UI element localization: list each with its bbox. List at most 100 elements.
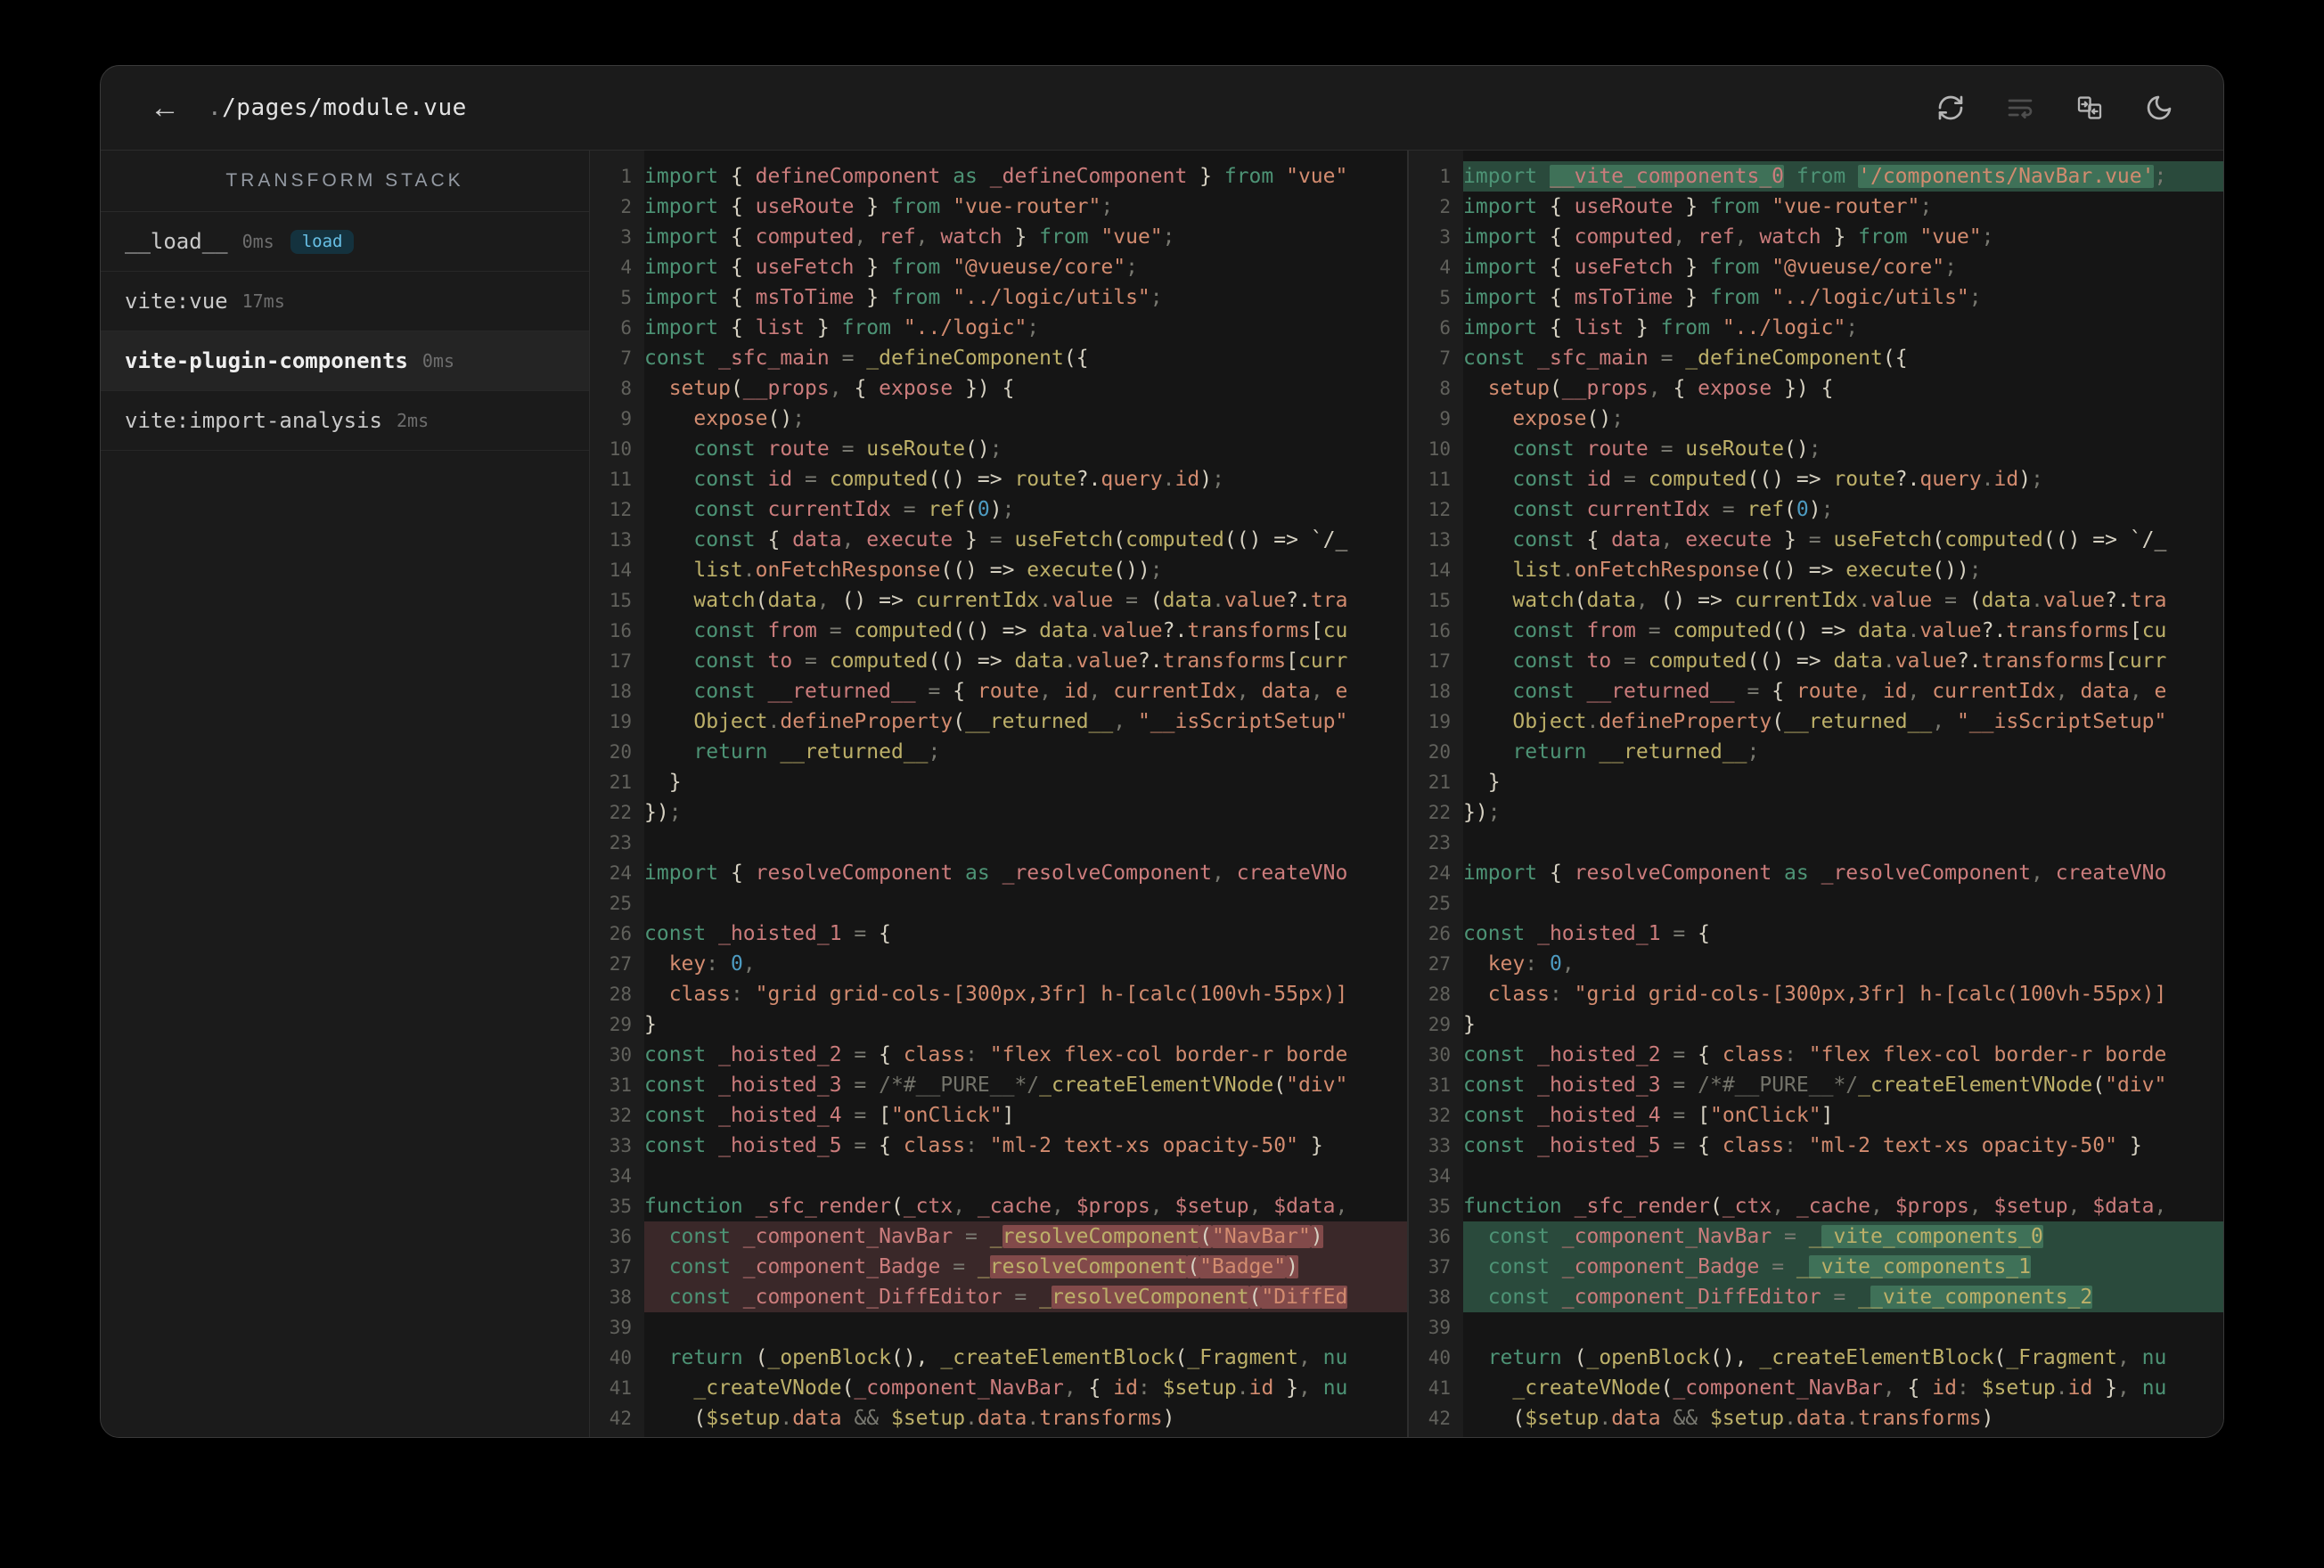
main-content: TRANSFORM STACK __load__ 0ms load vite:vue 1…: [101, 151, 2223, 1437]
code-text: const _component_NavBar = __vite_compone…: [1463, 1221, 2223, 1252]
line-number: 1: [1439, 166, 1451, 187]
code-text: expose();: [1463, 407, 1624, 430]
line-number: 28: [609, 984, 632, 1005]
code-line: 13 const { data, execute } = useFetch(co…: [590, 525, 1407, 555]
code-text: const _hoisted_1 = {: [644, 922, 891, 945]
line-number: 39: [609, 1317, 632, 1338]
plugin-time: 2ms: [396, 410, 430, 431]
code-text: key: 0,: [644, 952, 756, 976]
line-number: 25: [609, 893, 632, 914]
code-line: 1 import __vite_components_0 from '/compo…: [1409, 161, 2223, 192]
line-number: 34: [1428, 1165, 1451, 1187]
code-text: const _hoisted_3 = /*#__PURE__*/_createE…: [644, 1074, 1348, 1097]
plugin-time: 0ms: [241, 231, 274, 252]
line-number: 16: [1428, 620, 1451, 641]
code-line: 31 const _hoisted_3 = /*#__PURE__*/_creat…: [590, 1070, 1407, 1100]
code-text: ($setup.data && $setup.data.transforms): [644, 1407, 1175, 1430]
transform-item-2[interactable]: vite-plugin-components 0ms: [101, 331, 589, 391]
line-wrap-button[interactable]: [2004, 92, 2036, 124]
plugin-time: 0ms: [421, 350, 455, 372]
code-line: 17 const to = computed(() => data.value?…: [590, 646, 1407, 676]
transformed-code-panel[interactable]: 1 import __vite_components_0 from '/compo…: [1407, 151, 2223, 1437]
refresh-icon: [1938, 95, 1963, 120]
line-number: 19: [609, 711, 632, 732]
line-number: 35: [609, 1196, 632, 1217]
back-button[interactable]: ←: [145, 88, 184, 127]
code-line: 12 const currentIdx = ref(0);: [1409, 494, 2223, 525]
code-text: }: [644, 771, 682, 794]
code-line: 11 const id = computed(() => route?.quer…: [1409, 464, 2223, 494]
line-number: 1: [620, 166, 632, 187]
code-line: 37 const _component_Badge = __vite_compo…: [1409, 1252, 2223, 1282]
code-line: 25: [1409, 888, 2223, 919]
code-line: 22});: [590, 797, 1407, 828]
code-line: 17 const to = computed(() => data.value?…: [1409, 646, 2223, 676]
line-number: 7: [1439, 347, 1451, 369]
line-number: 16: [609, 620, 632, 641]
code-line: 7 const _sfc_main = _defineComponent({: [1409, 343, 2223, 373]
code-text: const id = computed(() => route?.query.i…: [1463, 468, 2043, 491]
line-number: 18: [609, 681, 632, 702]
sidebar: TRANSFORM STACK __load__ 0ms load vite:vue 1…: [101, 151, 590, 1437]
transform-item-1[interactable]: vite:vue 17ms: [101, 272, 589, 331]
code-line: 20 return __returned__;: [590, 737, 1407, 767]
code-text: const _component_DiffEditor = _resolveCo…: [644, 1282, 1407, 1312]
line-number: 33: [609, 1135, 632, 1156]
moon-icon: [2147, 95, 2172, 120]
code-line: 14 list.onFetchResponse(() => execute())…: [1409, 555, 2223, 585]
code-line: 29}: [1409, 1009, 2223, 1040]
transform-item-0[interactable]: __load__ 0ms load: [101, 212, 589, 272]
line-number: 27: [609, 953, 632, 975]
code-line: 32 const _hoisted_4 = ["onClick"]: [1409, 1100, 2223, 1131]
refresh-button[interactable]: [1935, 92, 1967, 124]
code-line: 7 const _sfc_main = _defineComponent({: [590, 343, 1407, 373]
code-text: const _sfc_main = _defineComponent({: [1463, 347, 1908, 370]
line-number: 9: [1439, 408, 1451, 429]
code-line: 30 const _hoisted_2 = { class: "flex flex…: [1409, 1040, 2223, 1070]
code-text: const to = computed(() => data.value?.tr…: [1463, 649, 2167, 673]
plugin-name: vite-plugin-components: [125, 348, 408, 373]
code-line: 29}: [590, 1009, 1407, 1040]
line-number: 35: [1428, 1196, 1451, 1217]
line-number: 22: [609, 802, 632, 823]
code-text: import { list } from "../logic";: [1463, 316, 1859, 339]
line-number: 22: [1428, 802, 1451, 823]
code-text: import { resolveComponent as _resolveCom…: [1463, 862, 2167, 885]
transform-item-3[interactable]: vite:import-analysis 2ms: [101, 391, 589, 451]
code-line: 28 class: "grid grid-cols-[300px,3fr] h-…: [590, 979, 1407, 1009]
code-line: 8 setup(__props, { expose }) {: [590, 373, 1407, 404]
source-code-panel[interactable]: 1 import { defineComponent as _defineComp…: [590, 151, 1407, 1437]
line-number: 20: [609, 741, 632, 763]
code-text: const currentIdx = ref(0);: [1463, 498, 1834, 521]
code-line: 5 import { msToTime } from "../logic/util…: [590, 282, 1407, 313]
code-line: 15 watch(data, () => currentIdx.value = …: [590, 585, 1407, 616]
code-line: 21 }: [1409, 767, 2223, 797]
code-line: 41 _createVNode(_component_NavBar, { id:…: [590, 1373, 1407, 1403]
line-number: 32: [609, 1105, 632, 1126]
code-text: const _hoisted_1 = {: [1463, 922, 1710, 945]
line-number: 8: [1439, 378, 1451, 399]
code-text: function _sfc_render(_ctx, _cache, $prop…: [1463, 1195, 2167, 1218]
line-number: 10: [1428, 438, 1451, 460]
code-line: 34: [590, 1161, 1407, 1191]
code-line: 11 const id = computed(() => route?.quer…: [590, 464, 1407, 494]
code-text: import { computed, ref, watch } from "vu…: [644, 225, 1175, 249]
code-line: 40 return (_openBlock(), _createElementB…: [1409, 1343, 2223, 1373]
line-number: 15: [1428, 590, 1451, 611]
line-number: 12: [609, 499, 632, 520]
diff-toggle-button[interactable]: [2074, 92, 2106, 124]
code-line: 37 const _component_Badge = _resolveComp…: [590, 1252, 1407, 1282]
code-text: class: "grid grid-cols-[300px,3fr] h-[ca…: [1463, 983, 2167, 1006]
dark-mode-button[interactable]: [2143, 92, 2175, 124]
code-text: import { useFetch } from "@vueuse/core";: [644, 256, 1138, 279]
plugin-name: vite:vue: [125, 289, 228, 314]
line-number: 17: [1428, 650, 1451, 672]
code-line: 35 function _sfc_render(_ctx, _cache, $pr…: [1409, 1191, 2223, 1221]
code-text: const _hoisted_2 = { class: "flex flex-c…: [644, 1043, 1348, 1066]
plugin-name: vite:import-analysis: [125, 408, 382, 433]
code-text: const currentIdx = ref(0);: [644, 498, 1015, 521]
